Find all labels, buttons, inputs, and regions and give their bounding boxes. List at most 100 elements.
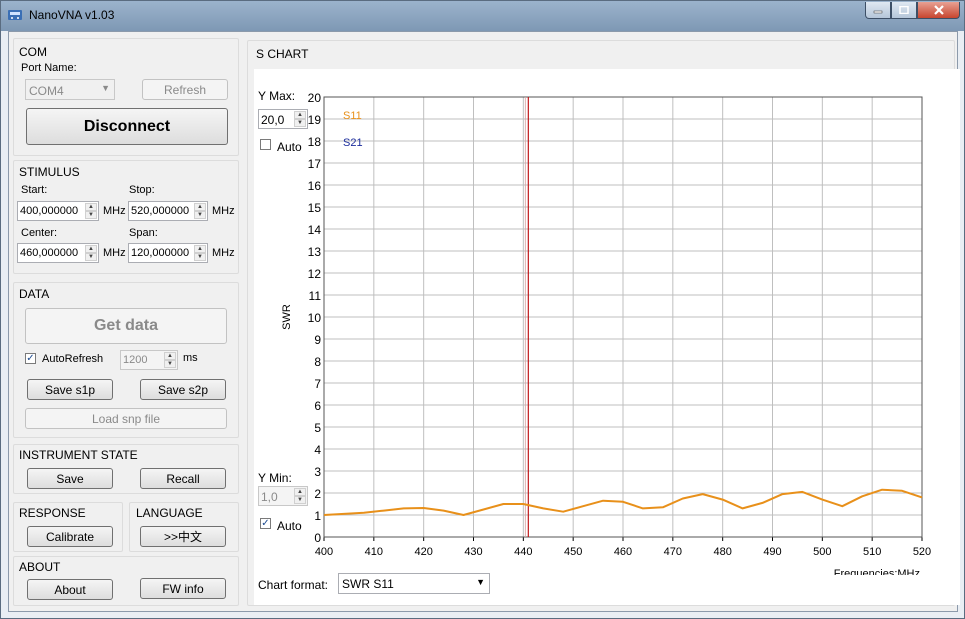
- spin-down-icon[interactable]: ▼: [164, 360, 176, 368]
- y-tick-label: 6: [314, 399, 321, 413]
- chevron-down-icon: ▼: [101, 83, 110, 93]
- x-tick-label: 430: [464, 546, 482, 558]
- x-tick-label: 440: [514, 546, 532, 558]
- spin-up-icon[interactable]: ▲: [194, 203, 206, 211]
- start-unit-label: MHz: [103, 205, 126, 217]
- spin-up-icon[interactable]: ▲: [194, 245, 206, 253]
- start-frequency-value: 400,000000: [20, 205, 79, 217]
- close-icon[interactable]: [917, 2, 960, 19]
- y-tick-label: 3: [314, 465, 321, 479]
- y-tick-label: 4: [314, 443, 321, 457]
- y-tick-label: 20: [308, 91, 322, 105]
- start-label: Start:: [21, 184, 48, 196]
- x-tick-label: 410: [365, 546, 383, 558]
- interval-unit-label: ms: [183, 352, 198, 364]
- spin-up-icon[interactable]: ▲: [85, 203, 97, 211]
- x-tick-label: 420: [414, 546, 432, 558]
- schart-title: S CHART: [256, 47, 309, 61]
- stop-label: Stop:: [129, 184, 155, 196]
- schart-group: S CHART Y Max: 20,0 ▲ ▼ Auto Y Min: 1,0 ▲…: [247, 40, 960, 606]
- disconnect-button[interactable]: Disconnect: [26, 108, 228, 145]
- maximize-icon[interactable]: [891, 2, 917, 19]
- save-s2p-button[interactable]: Save s2p: [140, 379, 226, 400]
- stimulus-group-title: STIMULUS: [19, 165, 80, 179]
- y-tick-label: 0: [314, 531, 321, 545]
- center-label: Center:: [21, 227, 58, 239]
- spin-down-icon[interactable]: ▼: [194, 253, 206, 261]
- port-name-select[interactable]: COM4 ▼: [25, 79, 115, 100]
- x-tick-label: 520: [913, 546, 931, 558]
- y-tick-label: 2: [314, 487, 321, 501]
- legend-s11: S11: [343, 110, 362, 122]
- x-axis-label: Frequencies:MHz: [834, 568, 920, 575]
- x-tick-label: 500: [813, 546, 831, 558]
- language-group: LANGUAGE >>中文: [129, 502, 239, 552]
- recall-state-button[interactable]: Recall: [140, 468, 226, 489]
- save-s1p-button[interactable]: Save s1p: [27, 379, 113, 400]
- x-tick-label: 490: [763, 546, 781, 558]
- y-tick-label: 10: [308, 311, 322, 325]
- chart-format-select[interactable]: SWR S11 ▼: [338, 573, 490, 594]
- y-tick-label: 7: [314, 377, 321, 391]
- com-group: COM Port Name: COM4 ▼ Refresh Disconnect: [13, 38, 239, 156]
- center-frequency-input[interactable]: 460,000000 ▲ ▼: [17, 243, 99, 263]
- spin-up-icon[interactable]: ▲: [85, 245, 97, 253]
- y-tick-label: 15: [308, 201, 322, 215]
- chart-format-value: SWR S11: [342, 577, 394, 591]
- calibrate-button[interactable]: Calibrate: [27, 526, 113, 547]
- about-group: ABOUT About FW info: [13, 556, 239, 606]
- y-tick-label: 17: [308, 157, 322, 171]
- stimulus-group: STIMULUS Start: 400,000000 ▲ ▼ MHz Stop: …: [13, 160, 239, 274]
- about-button[interactable]: About: [27, 579, 113, 600]
- y-tick-label: 11: [309, 289, 322, 303]
- nanovna-app-icon: [8, 10, 22, 20]
- client-area: COM Port Name: COM4 ▼ Refresh Disconnect…: [8, 31, 960, 612]
- schart-area: Y Max: 20,0 ▲ ▼ Auto Y Min: 1,0 ▲ ▼ ✓ Auto…: [254, 69, 960, 605]
- response-group: RESPONSE Calibrate: [13, 502, 123, 552]
- load-snp-file-button[interactable]: Load snp file: [25, 408, 227, 429]
- start-frequency-input[interactable]: 400,000000 ▲ ▼: [17, 201, 99, 221]
- spin-down-icon[interactable]: ▼: [194, 211, 206, 219]
- x-tick-label: 450: [564, 546, 582, 558]
- y-tick-label: 8: [314, 355, 321, 369]
- y-tick-label: 12: [308, 267, 322, 281]
- y-axis-label: SWR: [281, 304, 293, 330]
- minimize-icon[interactable]: [865, 2, 891, 19]
- language-title: LANGUAGE: [136, 506, 203, 520]
- title-bar[interactable]: NanoVNA v1.03: [1, 1, 964, 31]
- stop-frequency-input[interactable]: 520,000000 ▲ ▼: [128, 201, 208, 221]
- y-tick-label: 19: [308, 113, 322, 127]
- data-group-title: DATA: [19, 287, 50, 301]
- x-tick-label: 460: [614, 546, 632, 558]
- instrument-state-group: INSTRUMENT STATE Save Recall: [13, 444, 239, 494]
- autorefresh-interval-value: 1200: [123, 354, 148, 366]
- x-tick-label: 400: [315, 546, 333, 558]
- window-title: NanoVNA v1.03: [29, 8, 115, 22]
- refresh-button[interactable]: Refresh: [142, 79, 228, 100]
- spin-down-icon[interactable]: ▼: [85, 253, 97, 261]
- instrument-state-title: INSTRUMENT STATE: [19, 448, 138, 462]
- center-frequency-value: 460,000000: [20, 247, 79, 259]
- language-switch-button[interactable]: >>中文: [140, 526, 226, 547]
- response-title: RESPONSE: [19, 506, 86, 520]
- y-tick-label: 14: [308, 223, 322, 237]
- spin-down-icon[interactable]: ▼: [85, 211, 97, 219]
- autorefresh-interval-input[interactable]: 1200 ▲ ▼: [120, 350, 178, 370]
- y-tick-label: 16: [308, 179, 322, 193]
- span-unit-label: MHz: [212, 247, 235, 259]
- x-tick-label: 510: [863, 546, 881, 558]
- save-state-button[interactable]: Save: [27, 468, 113, 489]
- port-name-value: COM4: [29, 84, 64, 98]
- legend-s21: S21: [343, 137, 363, 149]
- chevron-down-icon: ▼: [476, 577, 485, 587]
- span-frequency-input[interactable]: 120,000000 ▲ ▼: [128, 243, 208, 263]
- fw-info-button[interactable]: FW info: [140, 578, 226, 599]
- x-tick-label: 470: [664, 546, 682, 558]
- y-tick-label: 9: [314, 333, 321, 347]
- center-unit-label: MHz: [103, 247, 126, 259]
- get-data-button[interactable]: Get data: [25, 308, 227, 344]
- spin-up-icon[interactable]: ▲: [164, 352, 176, 360]
- span-label: Span:: [129, 227, 158, 239]
- span-frequency-value: 120,000000: [131, 247, 190, 259]
- autorefresh-checkbox[interactable]: ✓: [25, 353, 36, 364]
